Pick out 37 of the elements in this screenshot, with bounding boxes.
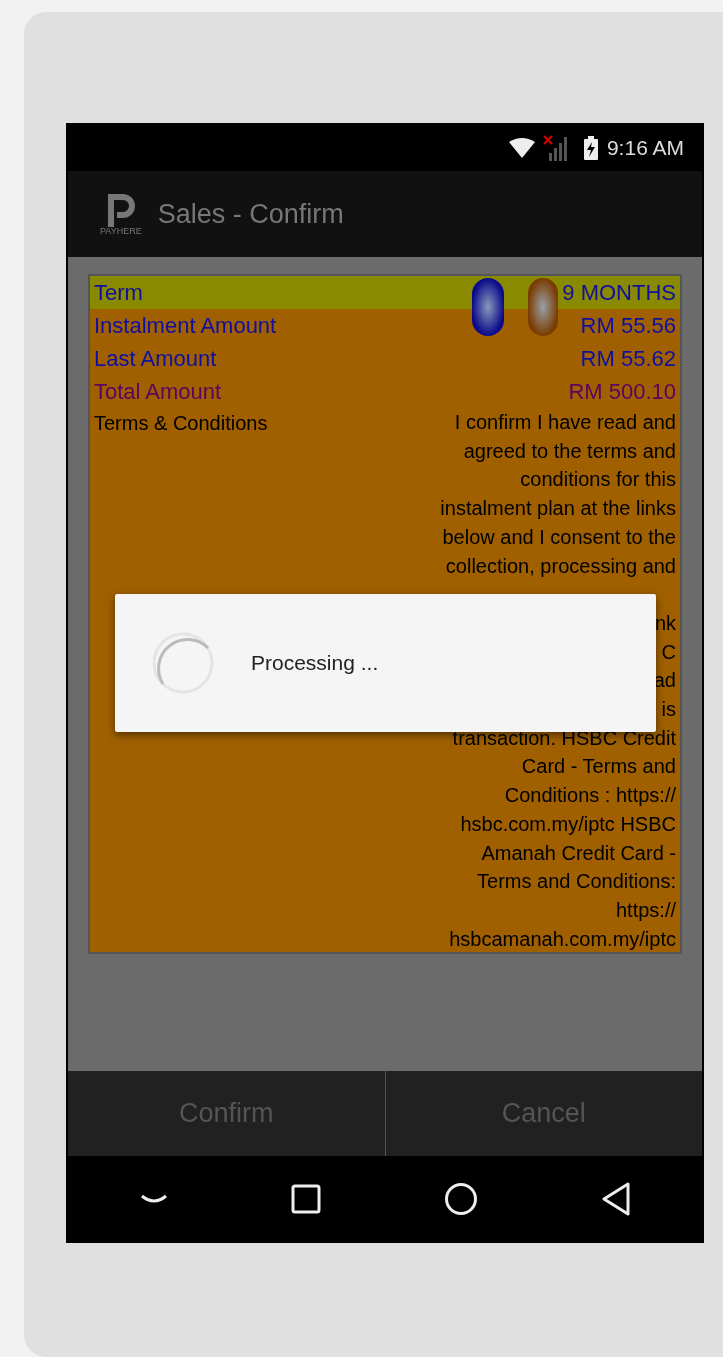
terms-text-line: agreed to the terms and [463, 438, 676, 464]
terms-text-line: Amanah Credit Card - [481, 840, 676, 866]
screen-title: Sales - Confirm [157, 197, 344, 231]
terms-text-line: I confirm I have read and [454, 410, 676, 435]
detail-value: RM 55.62 [580, 345, 676, 373]
detail-label: Last Amount [94, 345, 217, 373]
detail-value: RM 55.56 [580, 312, 676, 340]
app-logo: PAYHERE [100, 192, 142, 236]
terms-text-line: conditions for this [520, 467, 676, 493]
terms-text-line: hsbc.com.my/iptc HSBC [460, 811, 676, 837]
chevron-down-icon[interactable] [139, 1193, 168, 1204]
detail-value: 9 MONTHS [562, 279, 676, 307]
wifi-icon [508, 138, 535, 158]
recent-apps-icon[interactable] [290, 1183, 321, 1214]
terms-text-line: hsbcamanah.com.my/iptc [449, 926, 676, 952]
home-icon[interactable] [443, 1181, 478, 1216]
detail-value: RM 500.10 [568, 378, 676, 406]
terms-text-line: nk [654, 610, 676, 636]
terms-text-line: collection, processing and [445, 553, 676, 579]
terms-text-line: Card - Terms and [521, 754, 676, 780]
no-signal-icon [542, 135, 567, 161]
terms-text-line: is [661, 697, 676, 722]
detail-label: Total Amount [94, 378, 222, 406]
terms-text-line: C [661, 639, 676, 665]
terms-text-line: instalment plan at the links [440, 496, 676, 522]
terms-text-line: Terms and Conditions: [477, 869, 676, 895]
detail-label: Term [94, 279, 143, 307]
terms-text-line: https:// [615, 897, 676, 923]
terms-text-line: below and I consent to the [442, 524, 676, 550]
dialog-message: Processing ... [251, 650, 379, 677]
detail-label: Instalment Amount [94, 312, 277, 340]
terms-text-line: Conditions : https:// [504, 783, 676, 809]
battery-charging-icon [582, 136, 599, 160]
terms-label: Terms & Conditions [94, 411, 268, 436]
status-time: 9:16 AM [606, 135, 684, 162]
back-icon[interactable] [600, 1181, 631, 1216]
loading-spinner-icon [151, 631, 215, 695]
